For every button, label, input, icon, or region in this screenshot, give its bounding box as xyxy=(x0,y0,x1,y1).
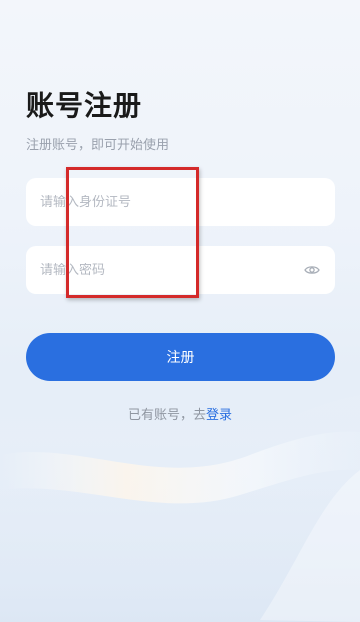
login-prompt: 已有账号，去登录 xyxy=(0,404,360,423)
page-title: 账号注册 xyxy=(26,89,143,122)
password-input[interactable] xyxy=(40,262,303,278)
page-subtitle: 注册账号，即可开始使用 xyxy=(26,138,170,153)
login-link[interactable]: 登录 xyxy=(206,408,232,423)
eye-icon[interactable] xyxy=(303,261,321,279)
register-page: 账号注册 注册账号，即可开始使用 注册 已有账号，去登录 xyxy=(0,0,360,622)
login-prompt-text: 已有账号，去 xyxy=(127,408,206,423)
id-number-field[interactable] xyxy=(26,178,335,226)
id-number-input[interactable] xyxy=(40,194,321,210)
register-button[interactable]: 注册 xyxy=(26,333,335,381)
password-field[interactable] xyxy=(26,246,335,294)
